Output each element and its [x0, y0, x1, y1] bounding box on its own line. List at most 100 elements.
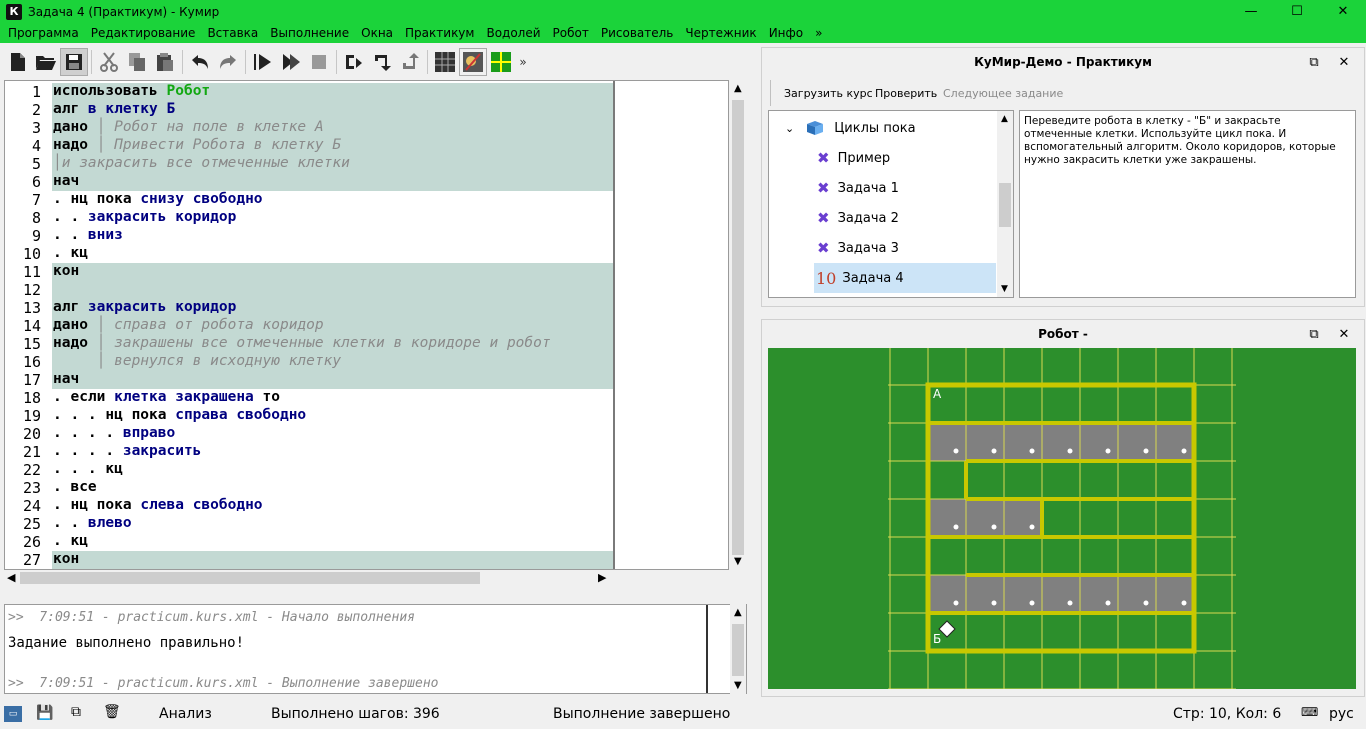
menu-more[interactable]: »	[809, 26, 828, 40]
tree-item-task-4[interactable]: 10 Задача 4	[814, 263, 996, 293]
scroll-up-icon[interactable]: ▲	[1001, 114, 1008, 124]
new-file-icon[interactable]	[4, 48, 32, 76]
undock-icon[interactable]: ⧉	[1306, 326, 1322, 342]
paste-icon[interactable]	[151, 48, 179, 76]
console-toggle-icon[interactable]: ▭	[4, 706, 22, 722]
save-output-icon[interactable]: 💾	[36, 705, 53, 721]
step-into-icon[interactable]	[368, 48, 396, 76]
step-out-icon[interactable]	[396, 48, 424, 76]
scroll-left-icon[interactable]: ◀	[7, 571, 15, 584]
menu-run[interactable]: Выполнение	[264, 26, 355, 40]
load-course-button[interactable]: Загрузить курс	[784, 87, 873, 100]
code-line[interactable]: . нц пока снизу свободно	[52, 191, 613, 209]
save-icon[interactable]	[60, 48, 88, 76]
editor-horizontal-scrollbar[interactable]: ◀ ▶	[4, 570, 614, 586]
tree-item-example[interactable]: ✖ Пример	[817, 143, 890, 173]
scroll-right-icon[interactable]: ▶	[598, 571, 606, 584]
menu-drawer[interactable]: Рисователь	[595, 26, 680, 40]
output-console[interactable]: >> 7:09:51 - practicum.kurs.xml - Начало…	[4, 604, 747, 694]
scroll-thumb[interactable]	[732, 624, 744, 676]
code-line[interactable]: . кц	[52, 245, 613, 263]
maximize-button[interactable]: ☐	[1274, 0, 1320, 23]
status-language[interactable]: рус	[1329, 706, 1354, 722]
scroll-thumb[interactable]	[999, 183, 1011, 227]
scroll-down-icon[interactable]: ▼	[1001, 284, 1008, 294]
hscroll-thumb[interactable]	[20, 572, 480, 584]
code-line[interactable]: . . . кц	[52, 461, 613, 479]
code-line[interactable]: использовать Робот	[52, 83, 613, 101]
menu-windows[interactable]: Окна	[355, 26, 399, 40]
menu-draftsman[interactable]: Чертежник	[679, 26, 762, 40]
code-line[interactable]: кон	[52, 551, 613, 569]
scroll-up-icon[interactable]: ▲	[734, 607, 742, 618]
task-tree[interactable]: ⌄ Циклы пока ✖ Пример ✖ Задача 1 ✖ Задач…	[768, 110, 1014, 298]
console-vertical-scrollbar[interactable]: ▲ ▼	[730, 604, 746, 694]
code-line[interactable]: . все	[52, 479, 613, 497]
run-step-icon[interactable]	[277, 48, 305, 76]
tree-item-task-3[interactable]: ✖ Задача 3	[817, 233, 899, 263]
scroll-down-icon[interactable]: ▼	[734, 556, 742, 567]
copy-icon[interactable]	[123, 48, 151, 76]
code-line[interactable]: │и закрасить все отмеченные клетки	[52, 155, 613, 173]
copy-output-icon[interactable]: ⧉	[71, 704, 81, 720]
code-line[interactable]: надо │ Привести Робота в клетку Б	[52, 137, 613, 155]
tree-item-task-1[interactable]: ✖ Задача 1	[817, 173, 899, 203]
code-line[interactable]: . . . . вправо	[52, 425, 613, 443]
cut-icon[interactable]	[95, 48, 123, 76]
minimize-button[interactable]: —	[1228, 0, 1274, 23]
code-line[interactable]: нач	[52, 371, 613, 389]
code-line[interactable]: . . . . закрасить	[52, 443, 613, 461]
code-line[interactable]: . . вниз	[52, 227, 613, 245]
menu-practicum[interactable]: Практикум	[399, 26, 480, 40]
undock-icon[interactable]: ⧉	[1306, 54, 1322, 70]
scroll-down-icon[interactable]: ▼	[734, 680, 742, 691]
code-line[interactable]: . нц пока слева свободно	[52, 497, 613, 515]
step-over-icon[interactable]	[340, 48, 368, 76]
menu-program[interactable]: Программа	[2, 26, 85, 40]
toolbar-more[interactable]: »	[515, 48, 531, 76]
stop-icon[interactable]	[305, 48, 333, 76]
close-panel-icon[interactable]: ✕	[1336, 326, 1352, 342]
code-line[interactable]: кон	[52, 263, 613, 281]
close-panel-icon[interactable]: ✕	[1336, 54, 1352, 70]
menu-edit[interactable]: Редактирование	[85, 26, 202, 40]
code-line[interactable]: дано │ справа от робота коридор	[52, 317, 613, 335]
close-window-button[interactable]: ✕	[1320, 0, 1366, 23]
scroll-thumb[interactable]	[732, 100, 744, 555]
editor-vertical-scrollbar[interactable]: ▲ ▼	[730, 80, 746, 570]
check-button[interactable]: Проверить	[875, 87, 937, 100]
robot-grid-icon[interactable]	[431, 48, 459, 76]
robot-field[interactable]: А Б	[768, 348, 1356, 689]
code-line[interactable]: дано │ Робот на поле в клетке А	[52, 119, 613, 137]
drawer-palette-icon[interactable]	[459, 48, 487, 76]
run-icon[interactable]	[249, 48, 277, 76]
undo-icon[interactable]	[186, 48, 214, 76]
code-line[interactable]: нач	[52, 173, 613, 191]
next-task-button[interactable]: Следующее задание	[943, 87, 1063, 100]
code-area[interactable]: использовать Робот алг в клетку Бдано │ Р…	[52, 81, 613, 569]
code-line[interactable]: . . . нц пока справа свободно	[52, 407, 613, 425]
code-line[interactable]: алг закрасить коридор	[52, 299, 613, 317]
menu-robot[interactable]: Робот	[547, 26, 595, 40]
menu-info[interactable]: Инфо	[763, 26, 809, 40]
redo-icon[interactable]	[214, 48, 242, 76]
code-editor[interactable]: 1 2 3 4 5 6 7 8 9 10 11 12 13 14 15 16 17 18 19 20 21 22 23 24 2…	[4, 80, 729, 570]
code-line[interactable]: . кц	[52, 533, 613, 551]
code-line[interactable]: . если клетка закрашена то	[52, 389, 613, 407]
menu-vodoley[interactable]: Водолей	[480, 26, 546, 40]
tree-group[interactable]: ⌄ Циклы пока	[785, 113, 916, 143]
draftsman-icon[interactable]	[487, 48, 515, 76]
code-line[interactable]: надо │ закрашены все отмеченные клетки в…	[52, 335, 613, 353]
code-line[interactable]	[52, 281, 613, 299]
open-folder-icon[interactable]	[32, 48, 60, 76]
code-line[interactable]: . . закрасить коридор	[52, 209, 613, 227]
code-line[interactable]: . . влево	[52, 515, 613, 533]
code-line[interactable]: алг в клетку Б	[52, 101, 613, 119]
tree-scrollbar[interactable]: ▲ ▼	[997, 111, 1013, 297]
scroll-up-icon[interactable]: ▲	[734, 83, 742, 94]
tree-item-task-2[interactable]: ✖ Задача 2	[817, 203, 899, 233]
chevron-down-icon[interactable]: ⌄	[785, 122, 794, 135]
code-line[interactable]: │ вернулся в исходную клетку	[52, 353, 613, 371]
menu-insert[interactable]: Вставка	[201, 26, 264, 40]
clear-output-icon[interactable]: 🗑	[103, 704, 121, 720]
